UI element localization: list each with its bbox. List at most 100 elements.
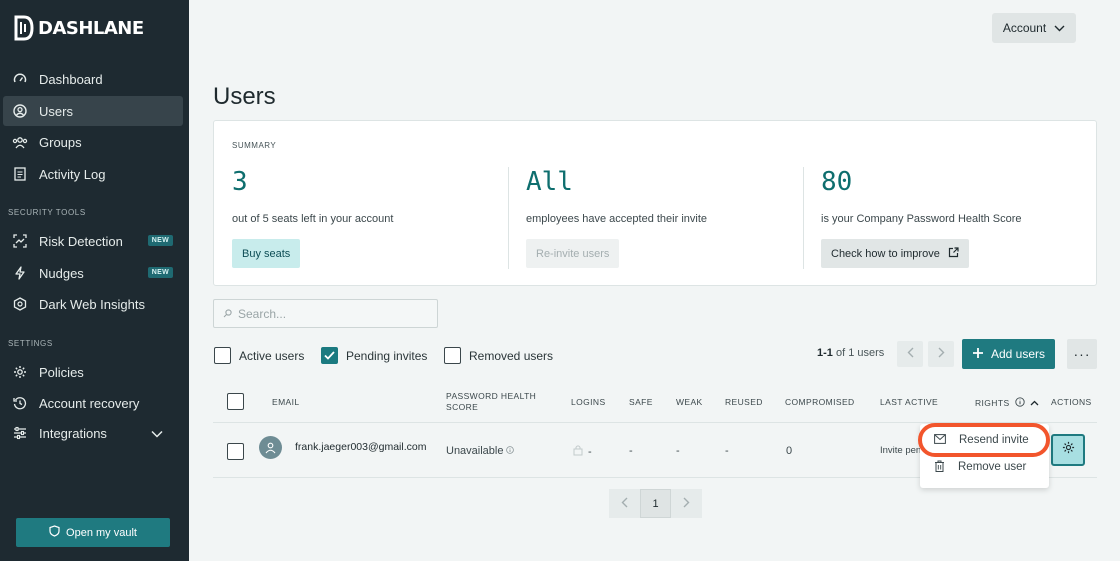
column-header-logins[interactable]: LOGINS	[571, 397, 606, 407]
filter-removed-users[interactable]: Removed users	[444, 347, 553, 364]
column-header-health[interactable]: PASSWORD HEALTH SCORE	[446, 391, 556, 413]
chevron-left-icon	[621, 497, 628, 511]
check-improve-button[interactable]: Check how to improve	[821, 239, 969, 268]
sidebar-item-groups[interactable]: Groups	[3, 127, 183, 157]
select-all-checkbox[interactable]	[227, 393, 244, 410]
sidebar-item-label: Integrations	[39, 425, 107, 441]
filter-label: Active users	[239, 348, 305, 363]
sidebar-item-label: Policies	[39, 364, 84, 380]
filter-active-users[interactable]: Active users	[214, 347, 304, 364]
logins-value: -	[588, 445, 592, 458]
invites-value: All	[526, 167, 573, 197]
prev-page-button[interactable]	[609, 489, 640, 518]
user-email[interactable]: frank.jaeger003@gmail.com	[295, 441, 426, 453]
web-icon	[12, 296, 28, 312]
search-icon	[223, 305, 232, 323]
sort-up-icon	[1030, 398, 1039, 408]
column-header-compromised[interactable]: COMPROMISED	[785, 397, 855, 407]
column-header-safe[interactable]: SAFE	[629, 397, 653, 407]
info-icon	[506, 445, 515, 457]
external-link-icon	[948, 246, 959, 261]
column-header-email[interactable]: EMAIL	[272, 397, 300, 407]
prev-page-button[interactable]	[897, 341, 923, 367]
active-users-checkbox[interactable]	[214, 347, 231, 364]
sidebar-item-label: Activity Log	[39, 166, 106, 182]
chevron-down-icon[interactable]	[151, 426, 163, 441]
user-icon	[265, 442, 276, 453]
health-value: Unavailable	[446, 445, 504, 457]
health-desc: is your Company Password Health Score	[821, 213, 1022, 225]
sidebar-item-label: Account recovery	[39, 395, 140, 411]
trash-icon	[934, 460, 945, 475]
next-page-button[interactable]	[928, 341, 954, 367]
sidebar-item-dark-web-insights[interactable]: Dark Web Insights	[3, 289, 183, 319]
history-icon	[12, 395, 28, 411]
seats-value: 3	[232, 167, 248, 197]
pagination-range: 1-1	[817, 347, 833, 359]
add-users-button[interactable]: Add users	[962, 339, 1055, 369]
bolt-icon	[12, 265, 28, 281]
seats-desc: out of 5 seats left in your account	[232, 213, 394, 225]
next-page-button[interactable]	[671, 489, 702, 518]
chevron-right-icon	[938, 345, 945, 363]
safe-value: -	[629, 445, 633, 457]
open-vault-button[interactable]: Open my vault	[16, 518, 170, 547]
rights-label: RIGHTS	[975, 398, 1010, 408]
pending-invites-checkbox[interactable]	[321, 347, 338, 364]
row-checkbox[interactable]	[227, 443, 244, 460]
open-vault-label: Open my vault	[66, 526, 137, 539]
health-value: 80	[821, 167, 853, 197]
gauge-icon	[12, 71, 28, 87]
sidebar-item-nudges[interactable]: Nudges NEW	[3, 258, 183, 288]
column-header-last-active[interactable]: LAST ACTIVE	[880, 397, 938, 407]
summary-label: SUMMARY	[232, 141, 277, 150]
reused-value: -	[725, 445, 729, 457]
new-badge: NEW	[147, 267, 173, 278]
groups-icon	[12, 134, 28, 150]
search-box[interactable]	[213, 299, 438, 328]
page-number[interactable]: 1	[640, 489, 671, 518]
column-header-reused[interactable]: REUSED	[725, 397, 763, 407]
invites-desc: employees have accepted their invite	[526, 213, 707, 225]
sidebar-item-policies[interactable]: Policies	[3, 357, 183, 387]
logins-cell: -	[573, 444, 592, 459]
info-icon	[1014, 397, 1025, 409]
removed-users-checkbox[interactable]	[444, 347, 461, 364]
chevron-right-icon	[683, 497, 690, 511]
sidebar-item-integrations[interactable]: Integrations	[3, 418, 183, 448]
sidebar-item-label: Nudges	[39, 265, 84, 281]
remove-user-label: Remove user	[958, 461, 1027, 473]
column-header-rights[interactable]: RIGHTS	[975, 397, 1039, 409]
column-header-actions: ACTIONS	[1051, 397, 1092, 407]
pagination-rest: of 1 users	[835, 347, 885, 359]
column-header-weak[interactable]: WEAK	[676, 397, 703, 407]
shield-icon	[49, 525, 60, 540]
more-options-button[interactable]: ···	[1067, 339, 1097, 369]
search-input[interactable]	[238, 306, 428, 321]
chevron-down-icon	[1054, 21, 1065, 35]
buy-seats-button[interactable]: Buy seats	[232, 239, 301, 268]
row-actions-button[interactable]	[1051, 434, 1085, 466]
sidebar-item-risk-detection[interactable]: Risk Detection NEW	[3, 226, 183, 256]
check-improve-label: Check how to improve	[831, 247, 940, 260]
risk-icon	[12, 233, 28, 249]
sidebar-item-label: Risk Detection	[39, 233, 123, 249]
pagination-info: 1-1 of 1 users	[817, 347, 884, 359]
filter-pending-invites[interactable]: Pending invites	[321, 347, 427, 364]
check-icon	[324, 351, 335, 360]
sidebar-item-label: Users	[39, 103, 73, 119]
account-label: Account	[1002, 21, 1047, 35]
sidebar-item-users[interactable]: Users	[3, 96, 183, 126]
filter-label: Pending invites	[346, 348, 428, 363]
reinvite-users-button[interactable]: Re-invite users	[526, 239, 620, 268]
new-badge: NEW	[147, 235, 173, 246]
sliders-icon	[12, 425, 28, 441]
sidebar-item-account-recovery[interactable]: Account recovery	[3, 388, 183, 418]
avatar	[259, 436, 282, 459]
account-dropdown[interactable]: Account	[992, 13, 1076, 43]
weak-value: -	[676, 445, 680, 457]
remove-user-item[interactable]: Remove user	[920, 454, 1049, 480]
sidebar-item-activity-log[interactable]: Activity Log	[3, 159, 183, 189]
dashlane-logo[interactable]: DASHLANE	[14, 15, 144, 41]
sidebar-item-dashboard[interactable]: Dashboard	[3, 64, 183, 94]
